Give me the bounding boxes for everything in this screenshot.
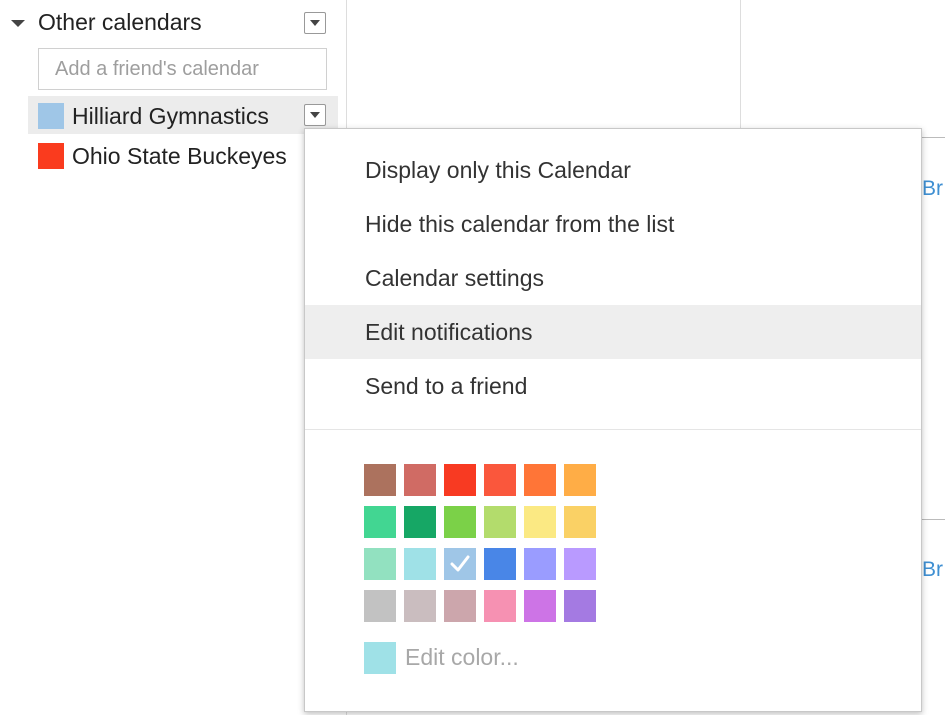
color-swatch[interactable] <box>444 464 476 496</box>
color-swatch[interactable] <box>564 590 596 622</box>
menu-item-send-to-friend[interactable]: Send to a friend <box>305 359 921 413</box>
event-text-fragment[interactable]: Br <box>922 177 943 201</box>
color-swatch[interactable] <box>364 506 396 538</box>
color-swatch[interactable] <box>444 590 476 622</box>
color-swatch[interactable] <box>444 548 476 580</box>
menu-item-hide-calendar[interactable]: Hide this calendar from the list <box>305 197 921 251</box>
grid-line <box>920 519 945 520</box>
calendar-sidebar: Other calendars Hilliard Gymnastics Ohio… <box>0 0 346 715</box>
other-calendars-header: Other calendars <box>0 0 346 46</box>
calendar-options-menu: Display only this Calendar Hide this cal… <box>304 128 922 712</box>
color-swatch[interactable] <box>564 548 596 580</box>
color-swatch[interactable] <box>364 548 396 580</box>
color-swatch[interactable] <box>524 506 556 538</box>
edit-color-link[interactable]: Edit color... <box>405 644 519 671</box>
color-swatch[interactable] <box>404 464 436 496</box>
calendar-item-label: Ohio State Buckeyes <box>72 143 287 169</box>
calendar-item-ohio-state-buckeyes[interactable]: Ohio State Buckeyes <box>28 136 338 174</box>
calendar-item-label: Hilliard Gymnastics <box>72 103 269 129</box>
other-calendars-menu-button[interactable] <box>304 12 326 34</box>
edit-color-swatch[interactable] <box>364 642 396 674</box>
checkmark-icon <box>450 555 470 572</box>
color-swatch[interactable] <box>484 590 516 622</box>
color-swatch[interactable] <box>484 464 516 496</box>
color-swatch[interactable] <box>364 590 396 622</box>
menu-item-calendar-settings[interactable]: Calendar settings <box>305 251 921 305</box>
color-swatch[interactable] <box>484 548 516 580</box>
menu-item-edit-notifications[interactable]: Edit notifications <box>305 305 921 359</box>
color-swatch[interactable] <box>444 506 476 538</box>
calendar-color-swatch <box>38 103 64 129</box>
calendar-color-swatch <box>38 143 64 169</box>
add-friend-calendar-input[interactable] <box>38 48 327 90</box>
collapse-arrow-icon[interactable] <box>11 20 25 27</box>
color-swatch[interactable] <box>524 548 556 580</box>
color-swatch[interactable] <box>404 506 436 538</box>
color-swatch[interactable] <box>564 506 596 538</box>
calendar-item-hilliard-gymnastics[interactable]: Hilliard Gymnastics <box>28 96 338 134</box>
menu-item-display-only[interactable]: Display only this Calendar <box>305 143 921 197</box>
section-title[interactable]: Other calendars <box>38 9 202 36</box>
event-text-fragment[interactable]: Br <box>922 558 943 582</box>
color-swatch[interactable] <box>484 506 516 538</box>
chevron-down-icon <box>310 20 320 26</box>
calendar-options-button[interactable] <box>304 104 326 126</box>
color-swatch[interactable] <box>404 590 436 622</box>
color-swatch[interactable] <box>564 464 596 496</box>
grid-line <box>740 0 741 130</box>
color-swatch[interactable] <box>524 464 556 496</box>
chevron-down-icon <box>310 112 320 118</box>
color-swatch[interactable] <box>524 590 556 622</box>
grid-line <box>920 137 945 138</box>
color-swatch[interactable] <box>404 548 436 580</box>
color-swatch[interactable] <box>364 464 396 496</box>
menu-divider <box>305 429 921 430</box>
